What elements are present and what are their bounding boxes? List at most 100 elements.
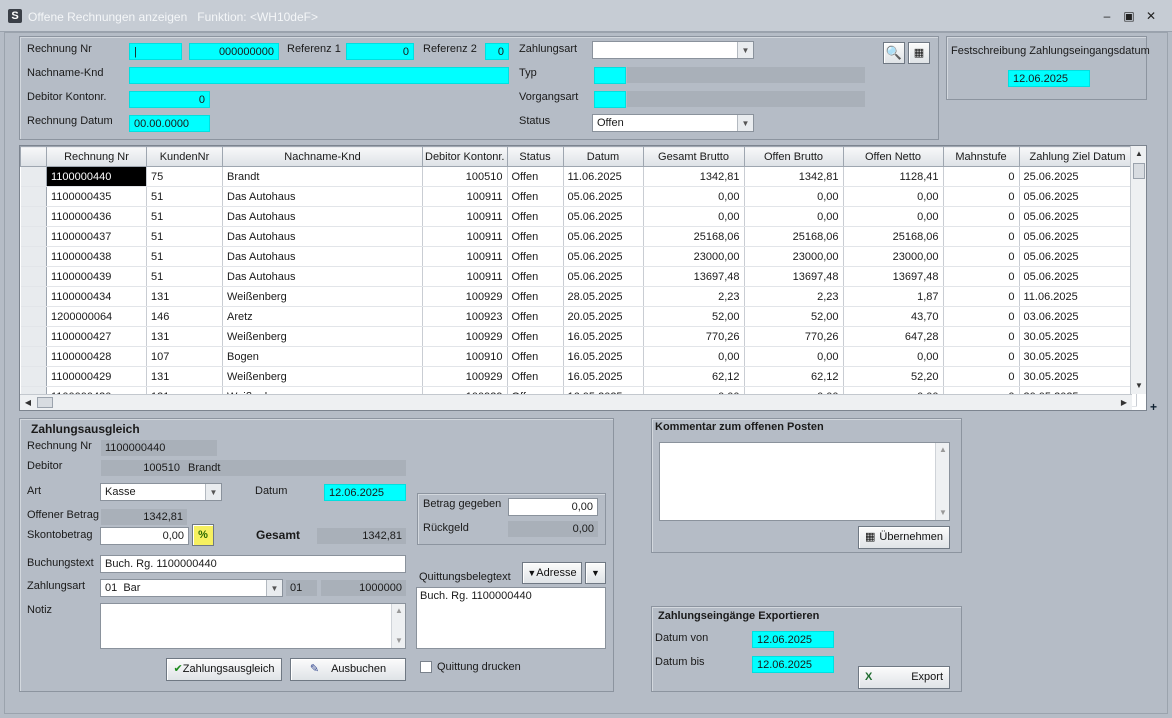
table-cell[interactable]: 100929	[422, 366, 508, 387]
scroll-right-icon[interactable]: ▶	[1116, 395, 1132, 410]
table-cell[interactable]: 16.05.2025	[563, 366, 644, 387]
maximize-button[interactable]: ▣	[1120, 8, 1138, 24]
vertical-scrollbar[interactable]: ▲ ▼	[1130, 146, 1146, 394]
table-cell[interactable]: 0	[943, 246, 1020, 267]
referenz2-input[interactable]: 0	[485, 43, 509, 60]
rechnung-nr-prefix-input[interactable]: |	[129, 43, 182, 60]
table-cell[interactable]: 05.06.2025	[563, 206, 644, 227]
table-cell[interactable]: Offen	[507, 246, 564, 267]
table-cell[interactable]: Das Autohaus	[222, 246, 423, 267]
table-cell[interactable]: 0	[943, 366, 1020, 387]
kommentar-scrollbar[interactable]: ▲ ▼	[935, 443, 949, 520]
za-zahlungsart-select[interactable]: 01 Bar ▼	[100, 579, 283, 597]
table-cell[interactable]: Weißenberg	[222, 286, 423, 307]
table-cell[interactable]: 1100000437	[46, 226, 147, 247]
table-cell[interactable]: 770,26	[744, 326, 844, 347]
table-cell[interactable]: 0	[943, 166, 1020, 187]
column-header[interactable]: Gesamt Brutto	[642, 146, 745, 167]
table-cell[interactable]: 05.06.2025	[1019, 266, 1137, 287]
column-header[interactable]: KundenNr	[146, 146, 223, 167]
column-header[interactable]: Offen Netto	[842, 146, 944, 167]
scroll-down-icon[interactable]: ▼	[936, 506, 950, 520]
table-cell[interactable]: 52,20	[843, 366, 944, 387]
table-cell[interactable]: 51	[146, 186, 223, 207]
table-cell[interactable]: 1200000064	[46, 306, 147, 327]
row-indicator[interactable]	[20, 166, 47, 187]
table-cell[interactable]: 100929	[422, 286, 508, 307]
table-cell[interactable]: Bogen	[222, 346, 423, 367]
notiz-scrollbar[interactable]: ▲ ▼	[391, 604, 405, 648]
zahlungsart-select[interactable]: ▼	[592, 41, 754, 59]
table-cell[interactable]: 30.05.2025	[1019, 346, 1137, 367]
horizontal-scrollbar[interactable]: ◀ ▶	[20, 394, 1132, 410]
table-cell[interactable]: 647,28	[843, 326, 944, 347]
table-cell[interactable]: 2,23	[744, 286, 844, 307]
table-cell[interactable]: 0,00	[744, 186, 844, 207]
row-indicator[interactable]	[20, 366, 47, 387]
table-cell[interactable]: 1100000439	[46, 266, 147, 287]
kommentar-input[interactable]: ▲ ▼	[659, 442, 950, 521]
table-cell[interactable]: 0	[943, 266, 1020, 287]
table-cell[interactable]: Offen	[507, 366, 564, 387]
column-header[interactable]: Offen Brutto	[743, 146, 844, 167]
table-row[interactable]: 1200000064 146 Aretz 100923 Offen 20.05.2025 5…	[20, 306, 1137, 327]
table-cell[interactable]: 20.05.2025	[563, 306, 644, 327]
table-cell[interactable]: 16.05.2025	[563, 346, 644, 367]
table-cell[interactable]: 100911	[422, 206, 508, 227]
table-cell[interactable]: 100911	[422, 266, 508, 287]
calculator-button[interactable]: ▦	[908, 42, 930, 64]
za-buchungstext-input[interactable]: Buch. Rg. 1100000440	[100, 555, 406, 573]
debitor-input[interactable]: 0	[129, 91, 210, 108]
table-cell[interactable]: 05.06.2025	[563, 186, 644, 207]
table-cell[interactable]: 100923	[422, 306, 508, 327]
search-button[interactable]: 🔍	[883, 42, 905, 64]
table-cell[interactable]: 0,00	[843, 186, 944, 207]
table-cell[interactable]: 13697,48	[744, 266, 844, 287]
table-cell[interactable]: 0,00	[643, 206, 745, 227]
table-cell[interactable]: 51	[146, 226, 223, 247]
table-cell[interactable]: Offen	[507, 266, 564, 287]
table-cell[interactable]: 1100000438	[46, 246, 147, 267]
table-row[interactable]: 1100000428 107 Bogen 100910 Offen 16.05.2025 0…	[20, 346, 1137, 367]
table-cell[interactable]: 23000,00	[744, 246, 844, 267]
rechnung-datum-input[interactable]: 00.00.0000	[129, 115, 210, 132]
table-cell[interactable]: 30.05.2025	[1019, 326, 1137, 347]
table-cell[interactable]: 0	[943, 346, 1020, 367]
table-cell[interactable]: 0,00	[744, 206, 844, 227]
add-icon[interactable]: +	[1150, 401, 1160, 413]
table-cell[interactable]: 75	[146, 166, 223, 187]
table-cell[interactable]: Aretz	[222, 306, 423, 327]
column-header[interactable]: Datum	[562, 146, 644, 167]
quittung-drucken-checkbox[interactable]	[420, 661, 432, 673]
table-cell[interactable]: 100910	[422, 346, 508, 367]
table-cell[interactable]: 05.06.2025	[563, 226, 644, 247]
column-header[interactable]: Nachname-Knd	[222, 146, 423, 167]
za-datum-input[interactable]: 12.06.2025	[324, 484, 406, 501]
row-indicator[interactable]	[20, 346, 47, 367]
festschreibung-date-input[interactable]: 12.06.2025	[1008, 70, 1090, 87]
chevron-down-icon[interactable]: ▼	[737, 42, 753, 58]
table-cell[interactable]: 52,00	[744, 306, 844, 327]
table-row[interactable]: 1100000434 131 Weißenberg 100929 Offen 28.05.…	[20, 286, 1137, 307]
column-header[interactable]: Zahlung Ziel Datum	[1018, 146, 1137, 167]
table-cell[interactable]: 62,12	[643, 366, 745, 387]
table-cell[interactable]: 23000,00	[843, 246, 944, 267]
scroll-up-icon[interactable]: ▲	[1131, 146, 1146, 162]
table-cell[interactable]: 100929	[422, 326, 508, 347]
table-cell[interactable]: 2,23	[643, 286, 745, 307]
table-cell[interactable]: 05.06.2025	[1019, 186, 1137, 207]
table-cell[interactable]: 0,00	[843, 346, 944, 367]
table-row[interactable]: 1100000440 75 Brandt 100510 Offen 11.06.2025 1…	[20, 166, 1137, 187]
table-cell[interactable]: 52,00	[643, 306, 745, 327]
table-cell[interactable]: 1342,81	[744, 166, 844, 187]
status-select[interactable]: Offen ▼	[592, 114, 754, 132]
table-cell[interactable]: 0,00	[643, 346, 745, 367]
row-indicator[interactable]	[20, 206, 47, 227]
table-row[interactable]: 1100000427 131 Weißenberg 100929 Offen 16.05.…	[20, 326, 1137, 347]
scroll-down-icon[interactable]: ▼	[1131, 378, 1146, 394]
table-cell[interactable]: 131	[146, 286, 223, 307]
table-cell[interactable]: 146	[146, 306, 223, 327]
table-cell[interactable]: 11.06.2025	[1019, 286, 1137, 307]
scroll-thumb[interactable]	[1133, 163, 1145, 179]
table-cell[interactable]: 62,12	[744, 366, 844, 387]
